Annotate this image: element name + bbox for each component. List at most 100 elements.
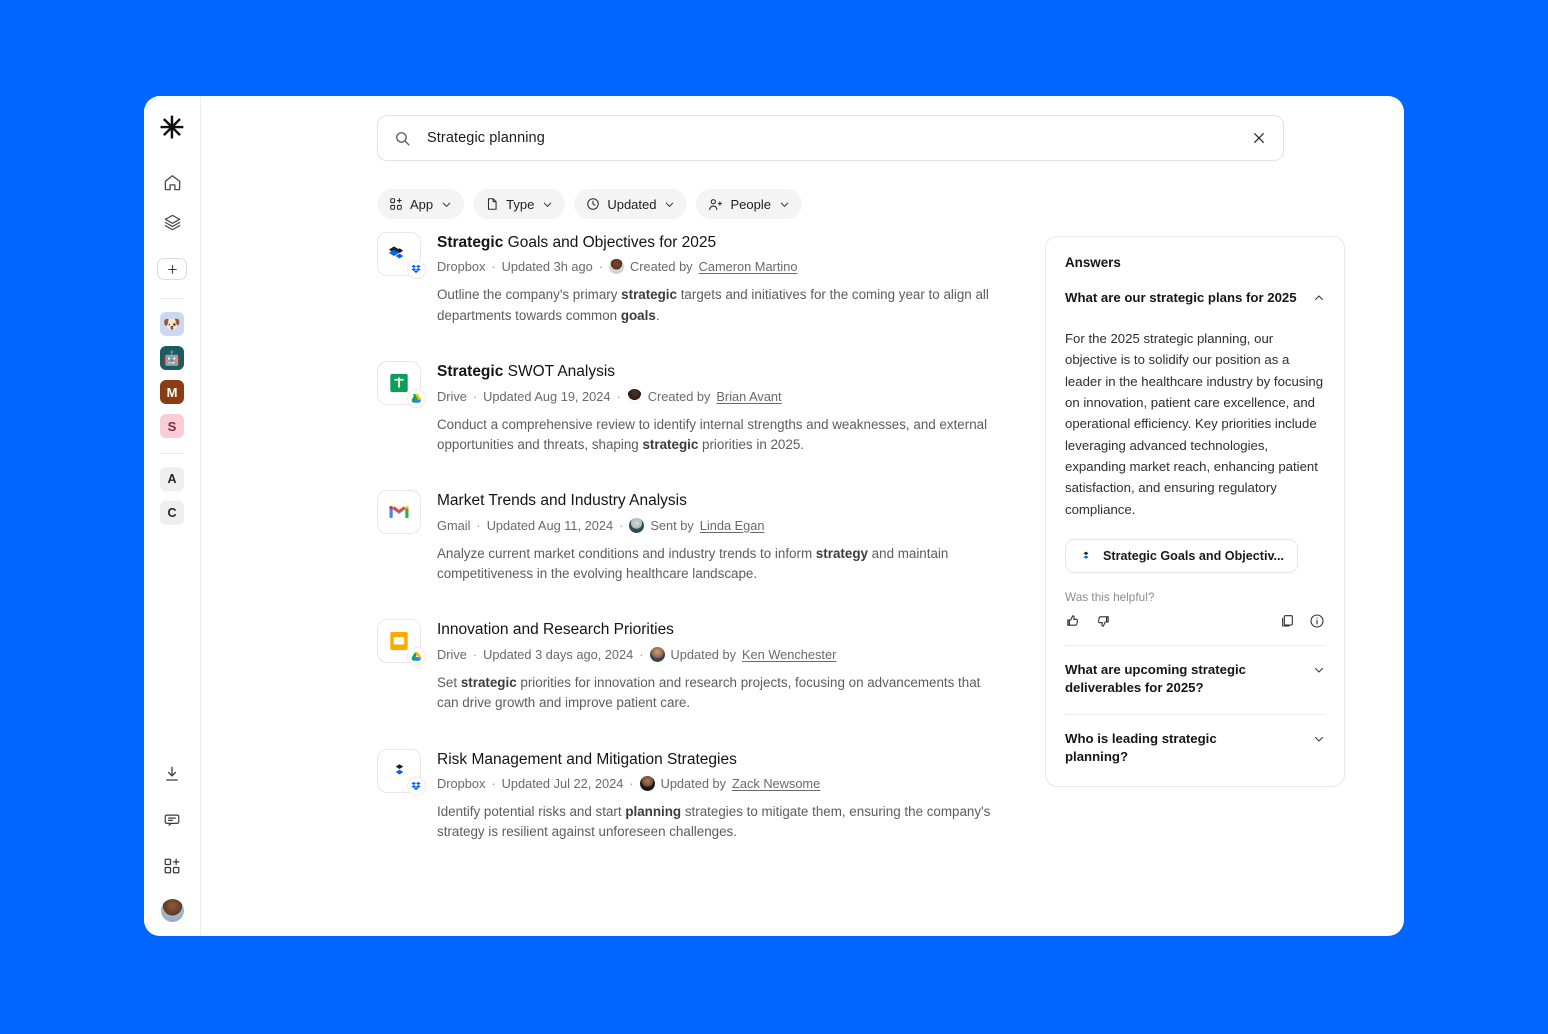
- result-body: Strategic Goals and Objectives for 2025 …: [437, 232, 1017, 326]
- search-result-item[interactable]: Innovation and Research Priorities Drive…: [377, 619, 1017, 713]
- followup-question-2[interactable]: Who is leading strategic planning?: [1065, 715, 1325, 770]
- result-meta: Drive · Updated Aug 19, 2024 · Created b…: [437, 388, 1017, 404]
- result-person[interactable]: Ken Wenchester: [742, 647, 836, 662]
- avatar: [629, 517, 645, 533]
- result-title[interactable]: Risk Management and Mitigation Strategie…: [437, 750, 1017, 769]
- filter-app[interactable]: App: [377, 189, 465, 219]
- result-icon: [377, 748, 426, 796]
- answer-body: For the 2025 strategic planning, our obj…: [1065, 330, 1324, 517]
- result-source: Drive: [437, 646, 467, 662]
- result-title-rest: SWOT Analysis: [503, 363, 616, 381]
- filter-updated[interactable]: Updated: [574, 189, 688, 219]
- result-title[interactable]: Strategic SWOT Analysis: [437, 362, 1017, 381]
- feedback-right-actions: [1279, 613, 1325, 629]
- search-bar: Strategic planning: [377, 115, 1284, 161]
- add-button[interactable]: [157, 258, 187, 280]
- search-result-item[interactable]: Market Trends and Industry Analysis Gmai…: [377, 490, 1017, 584]
- meta-separator: ·: [619, 517, 624, 533]
- sidebar-app-slack[interactable]: S: [160, 414, 184, 438]
- result-person[interactable]: Linda Egan: [700, 518, 765, 533]
- result-person[interactable]: Cameron Martino: [699, 259, 798, 274]
- google-drive-badge-icon: [407, 389, 426, 409]
- result-body: Strategic SWOT Analysis Drive · Updated …: [437, 361, 1017, 455]
- result-attribution: Sent by: [650, 517, 694, 533]
- helpful-label: Was this helpful?: [1065, 590, 1155, 605]
- info-icon[interactable]: [1309, 613, 1325, 629]
- thumbs-down-icon[interactable]: [1095, 613, 1111, 629]
- result-title[interactable]: Market Trends and Industry Analysis: [437, 491, 1017, 510]
- feedback-actions: [1065, 613, 1325, 629]
- result-title-rest: Goals and Objectives for 2025: [503, 234, 717, 251]
- sidebar-app-dog[interactable]: 🐶: [160, 312, 184, 336]
- copy-icon[interactable]: [1279, 613, 1295, 629]
- feedback-icon[interactable]: [157, 805, 187, 835]
- result-meta: Gmail · Updated Aug 11, 2024 · Sent by L…: [437, 517, 1017, 533]
- avatar: [649, 646, 665, 662]
- user-avatar[interactable]: [160, 899, 184, 922]
- sidebar-divider-top: [160, 298, 184, 299]
- app-window: ✳ 🐶 🤖 M S A C Strategic planning App Typ…: [144, 96, 1404, 936]
- result-title[interactable]: Innovation and Research Priorities: [437, 620, 1017, 639]
- result-attribution: Created by: [629, 259, 693, 275]
- dropbox-badge-icon: [407, 260, 426, 279]
- avatar: [639, 775, 655, 791]
- answer-source-label: Strategic Goals and Objectiv...: [1103, 549, 1285, 564]
- chevron-down-icon[interactable]: [1313, 730, 1325, 745]
- sidebar-item-home[interactable]: [157, 167, 187, 197]
- filter-app-label: App: [410, 196, 434, 212]
- chevron-down-icon: [542, 199, 553, 210]
- sidebar-app-slack-label: S: [167, 418, 177, 434]
- result-updated: Updated 3h ago: [501, 259, 593, 275]
- followup-question-1[interactable]: What are upcoming strategic deliverables…: [1065, 646, 1325, 697]
- chevron-up-icon[interactable]: [1313, 289, 1325, 304]
- sidebar-tile-a-label: A: [167, 472, 177, 486]
- answer-source-chip[interactable]: Strategic Goals and Objectiv...: [1065, 539, 1299, 574]
- meta-separator: ·: [491, 259, 496, 275]
- followup-question-2-label: Who is leading strategic planning?: [1065, 730, 1217, 764]
- result-person[interactable]: Brian Avant: [716, 389, 781, 404]
- followup-question-1-label: What are upcoming strategic deliverables…: [1065, 662, 1246, 696]
- search-icon: [394, 130, 411, 147]
- search-input[interactable]: Strategic planning: [427, 130, 1251, 146]
- google-drive-badge-icon: [407, 647, 426, 667]
- result-attribution: Updated by: [660, 775, 727, 791]
- answer-question-row[interactable]: What are our strategic plans for 2025: [1065, 289, 1325, 307]
- sidebar-app-robot[interactable]: 🤖: [160, 346, 184, 370]
- answer-question: What are our strategic plans for 2025: [1065, 290, 1297, 305]
- result-icon: [377, 361, 426, 409]
- result-title-rest: Innovation and Research Priorities: [437, 621, 674, 639]
- filter-type[interactable]: Type: [473, 189, 566, 219]
- sidebar-tile-c[interactable]: C: [160, 501, 184, 525]
- chevron-down-icon[interactable]: [1313, 661, 1325, 676]
- result-meta: Drive · Updated 3 days ago, 2024 · Updat…: [437, 646, 1017, 662]
- result-title-highlight: Strategic: [437, 363, 504, 381]
- search-input-container[interactable]: Strategic planning: [377, 115, 1284, 161]
- chevron-down-icon: [779, 199, 790, 210]
- sidebar-app-gmail[interactable]: M: [160, 380, 184, 404]
- people-icon: [708, 197, 723, 212]
- search-result-item[interactable]: Strategic Goals and Objectives for 2025 …: [377, 232, 1017, 326]
- add-app-icon[interactable]: [157, 851, 187, 881]
- sidebar-divider-bottom: [160, 453, 184, 454]
- asterisk-logo-icon[interactable]: ✳: [155, 112, 189, 146]
- search-result-item[interactable]: Risk Management and Mitigation Strategie…: [377, 748, 1017, 843]
- result-updated: Updated Aug 19, 2024: [483, 388, 611, 404]
- meta-separator: ·: [598, 259, 603, 275]
- filter-people[interactable]: People: [696, 189, 802, 219]
- meta-separator: ·: [639, 646, 644, 662]
- download-icon[interactable]: [157, 759, 187, 789]
- filter-updated-label: Updated: [607, 196, 657, 212]
- result-person[interactable]: Zack Newsome: [732, 776, 820, 791]
- sidebar-item-collections[interactable]: [157, 207, 187, 237]
- robot-icon: 🤖: [163, 350, 181, 366]
- sidebar-app-gmail-label: M: [166, 384, 178, 400]
- sidebar-tile-c-label: C: [167, 506, 177, 520]
- search-result-item[interactable]: Strategic SWOT Analysis Drive · Updated …: [377, 361, 1017, 455]
- filter-type-label: Type: [506, 196, 535, 212]
- sidebar-tile-a[interactable]: A: [160, 467, 184, 491]
- thumbs-up-icon[interactable]: [1065, 613, 1081, 629]
- result-title[interactable]: Strategic Goals and Objectives for 2025: [437, 233, 1017, 252]
- clear-search-icon[interactable]: [1251, 130, 1267, 146]
- meta-separator: ·: [616, 388, 621, 404]
- meta-separator: ·: [476, 517, 481, 533]
